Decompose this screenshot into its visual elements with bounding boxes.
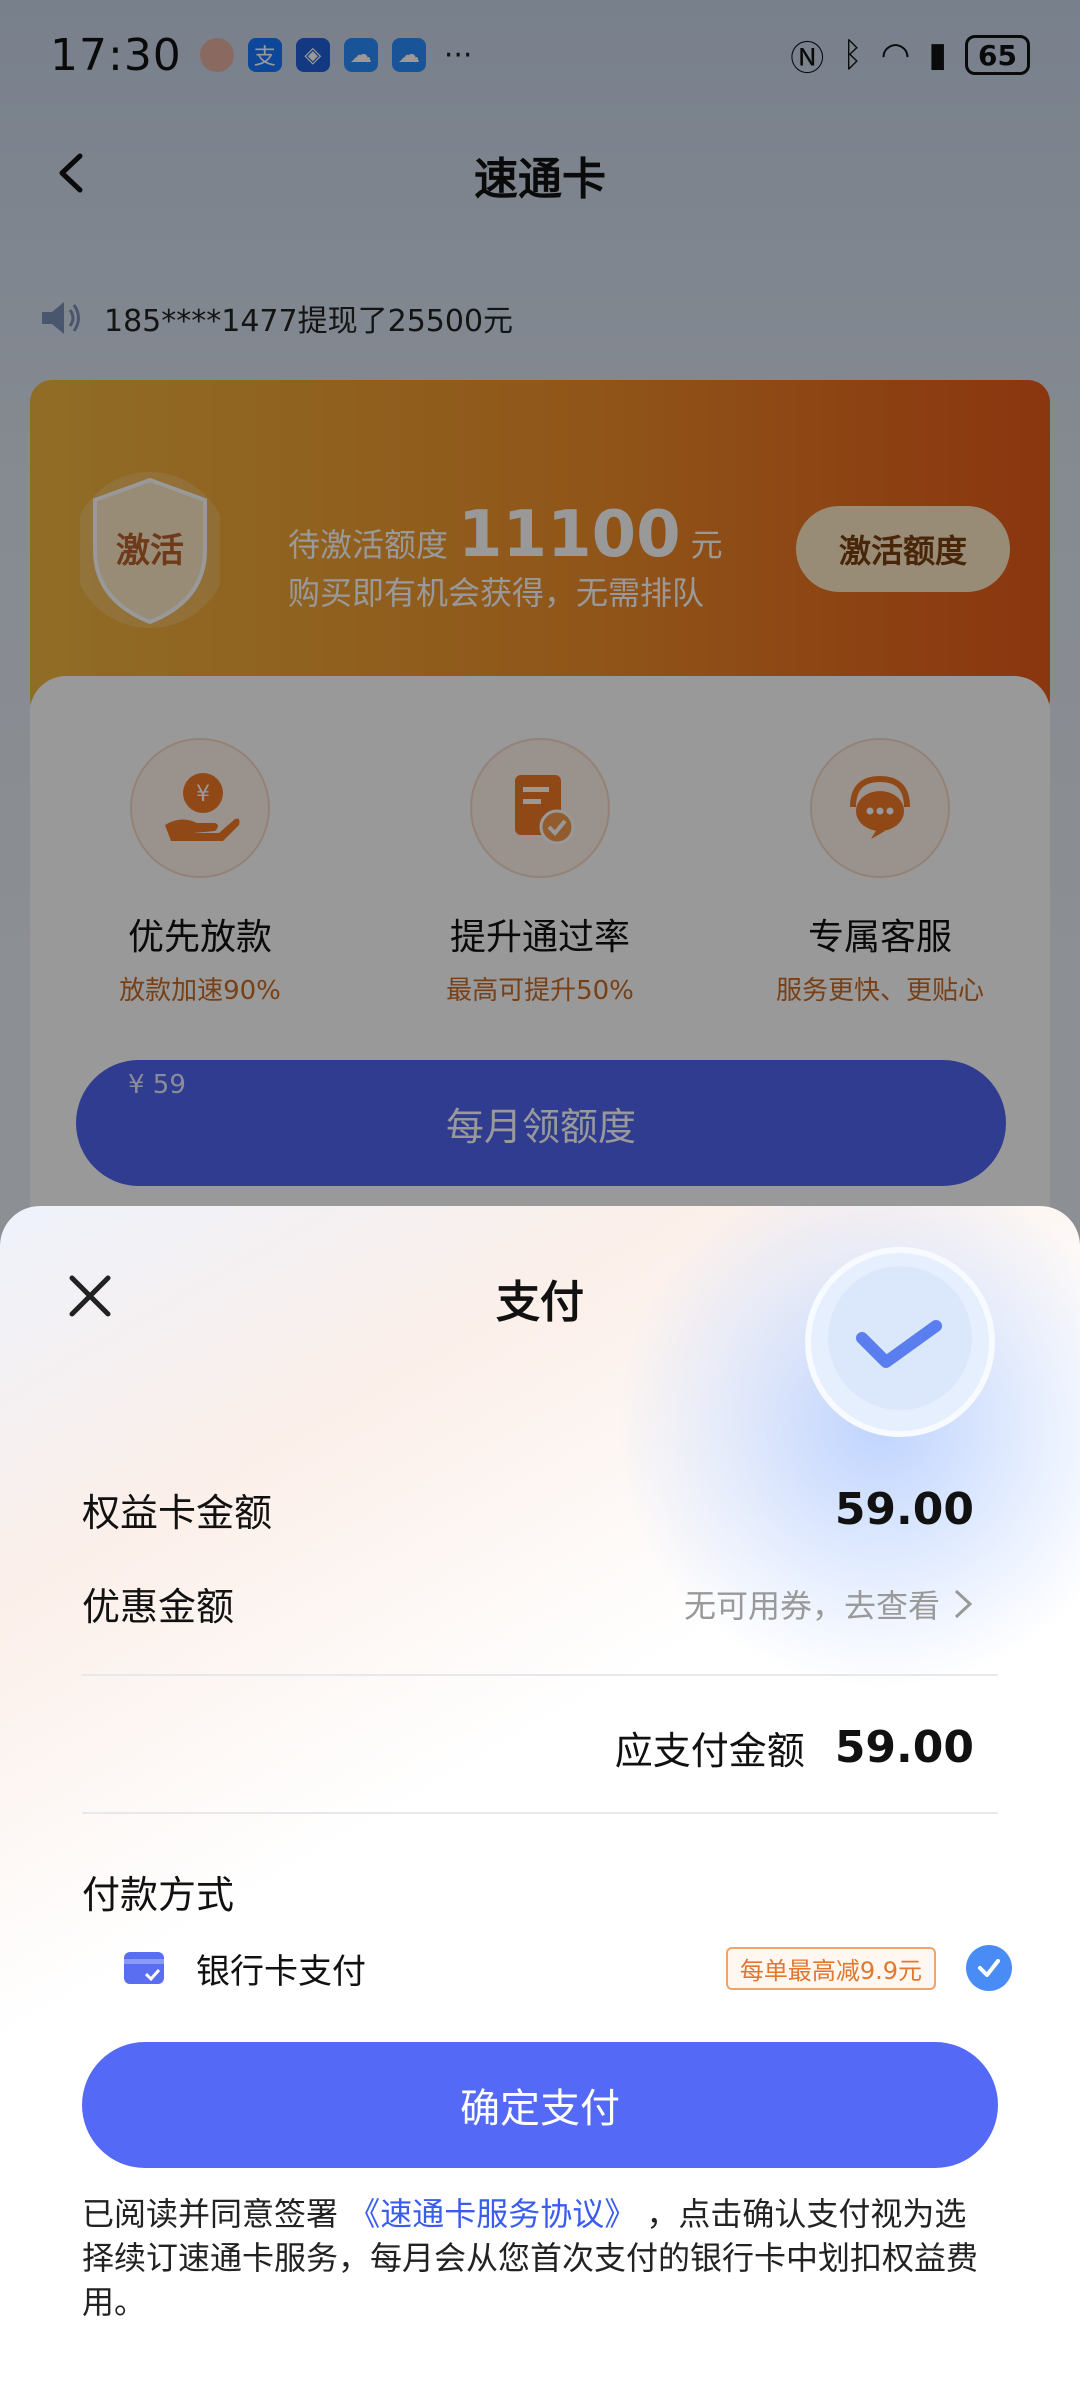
checkmark-badge-icon: [805, 1247, 995, 1437]
total-label: 应支付金额: [614, 1729, 805, 1773]
divider: [82, 1812, 998, 1814]
chevron-right-icon: [954, 1589, 973, 1618]
discount-tag: 每单最高减9.9元: [725, 1946, 936, 1990]
selected-check-icon[interactable]: [966, 1945, 1012, 1991]
coupon-text: 无可用券，去查看: [683, 1586, 940, 1625]
discount-row[interactable]: 优惠金额 无可用券，去查看: [82, 1576, 974, 1631]
discount-label: 优惠金额: [82, 1585, 235, 1629]
total-value: 59.00: [834, 1722, 974, 1773]
card-amount-row: 权益卡金额 59.00: [82, 1482, 974, 1537]
coupon-link[interactable]: 无可用券，去查看: [684, 1581, 974, 1627]
agreement-prefix: 已阅读并同意签署: [82, 2195, 339, 2233]
payment-method-title: 付款方式: [82, 1873, 235, 1917]
service-agreement-link[interactable]: 《速通卡服务协议》: [348, 2195, 636, 2233]
bank-card-option[interactable]: 银行卡支付 每单最高减9.9元: [122, 1938, 1012, 1998]
total-row: 应支付金额 59.00: [82, 1720, 974, 1775]
bank-card-icon: [124, 1952, 164, 1984]
divider: [82, 1674, 998, 1676]
agreement-text: 已阅读并同意签署 《速通卡服务协议》 ，点击确认支付视为选择续订速通卡服务，每月…: [82, 2192, 998, 2324]
payment-sheet: 支付 权益卡金额 59.00 优惠金额 无可用券，去查看 应支付金额 59.00…: [0, 1206, 1080, 2400]
confirm-pay-button[interactable]: 确定支付: [82, 2042, 998, 2168]
card-amount-value: 59.00: [834, 1484, 974, 1535]
card-amount-label: 权益卡金额: [82, 1491, 273, 1535]
payment-method-name: 银行卡支付: [196, 1951, 366, 1992]
